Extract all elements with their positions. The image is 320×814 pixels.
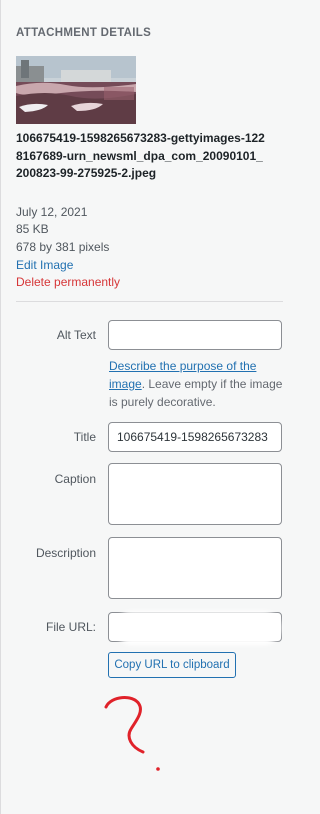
file-size: 85 KB — [16, 222, 49, 236]
caption-textarea[interactable] — [108, 463, 282, 525]
upload-date: July 12, 2021 — [16, 205, 88, 219]
description-textarea[interactable] — [108, 537, 282, 599]
crowd-photo-thumbnail-icon — [16, 56, 136, 124]
delete-permanently-link[interactable]: Delete permanently — [16, 274, 266, 292]
redacted-file-url-overlay — [119, 615, 277, 641]
section-title: ATTACHMENT DETAILS — [16, 27, 152, 39]
description-label: Description — [35, 546, 96, 560]
title-input[interactable]: 106675419-1598265673283 — [108, 422, 282, 452]
caption-label: Caption — [54, 472, 96, 486]
copy-url-button[interactable]: Copy URL to clipboard — [108, 652, 236, 678]
red-question-mark-annotation-icon — [104, 696, 160, 771]
alt-text-help: Describe the purpose of the image. Leave… — [109, 357, 283, 411]
edit-image-link[interactable]: Edit Image — [16, 257, 266, 275]
alt-text-label: Alt Text — [56, 328, 96, 342]
attachment-thumbnail[interactable] — [16, 56, 136, 124]
section-divider — [16, 301, 283, 302]
file-url-label: File URL: — [45, 620, 96, 634]
attachment-details-panel: ATTACHMENT DETAILS 106675419-15982656732… — [0, 0, 288, 814]
image-dimensions: 678 by 381 pixels — [16, 240, 110, 254]
attachment-filename: 106675419-1598265673283-gettyimages-1228… — [16, 131, 265, 180]
alt-text-input[interactable] — [108, 320, 282, 350]
title-label: Title — [73, 430, 96, 444]
